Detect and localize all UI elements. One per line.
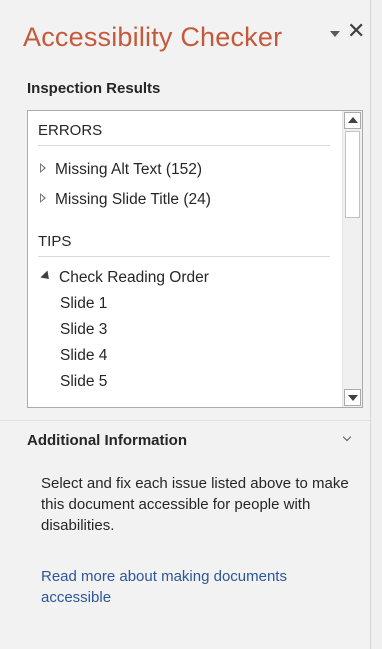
section-divider — [0, 420, 370, 421]
additional-information-header[interactable]: Additional Information — [0, 432, 370, 456]
scroll-down-icon[interactable] — [344, 389, 361, 406]
tree-subitem-slide[interactable]: Slide 5 — [60, 373, 107, 391]
pane-titlebar: Accessibility Checker ✕ — [23, 14, 370, 64]
scroll-up-icon[interactable] — [344, 112, 361, 129]
group-header-errors: ERRORS — [38, 122, 330, 146]
collapse-arrow-icon — [40, 270, 53, 283]
close-icon[interactable]: ✕ — [347, 20, 365, 42]
tree-item-missing-alt-text[interactable]: Missing Alt Text (152) — [40, 161, 202, 179]
pane-title: Accessibility Checker — [23, 22, 283, 52]
tree-item-check-reading-order[interactable]: Check Reading Order — [40, 269, 209, 287]
scrollbar-thumb[interactable] — [345, 131, 360, 218]
pane-options-icon[interactable] — [328, 27, 342, 41]
inspection-results-label: Inspection Results — [27, 80, 161, 97]
chevron-down-icon[interactable] — [343, 434, 353, 444]
results-tree: ERRORS Missing Alt Text (152) Missing Sl… — [28, 111, 342, 407]
inspection-results-list[interactable]: ERRORS Missing Alt Text (152) Missing Sl… — [27, 110, 363, 408]
tree-subitem-slide[interactable]: Slide 4 — [60, 347, 107, 365]
tree-subitem-slide[interactable]: Slide 1 — [60, 295, 107, 313]
group-header-tips: TIPS — [38, 233, 330, 257]
accessibility-checker-pane: Accessibility Checker ✕ Inspection Resul… — [0, 0, 371, 649]
vertical-scrollbar[interactable] — [342, 111, 362, 407]
tree-item-missing-slide-title[interactable]: Missing Slide Title (24) — [40, 191, 211, 209]
additional-information-title: Additional Information — [27, 432, 187, 449]
additional-information-text: Select and fix each issue listed above t… — [41, 475, 349, 534]
read-more-link[interactable]: Read more about making documents accessi… — [41, 566, 359, 608]
expand-arrow-icon — [40, 163, 46, 173]
tree-subitem-slide[interactable]: Slide 3 — [60, 321, 107, 339]
expand-arrow-icon — [40, 193, 46, 203]
